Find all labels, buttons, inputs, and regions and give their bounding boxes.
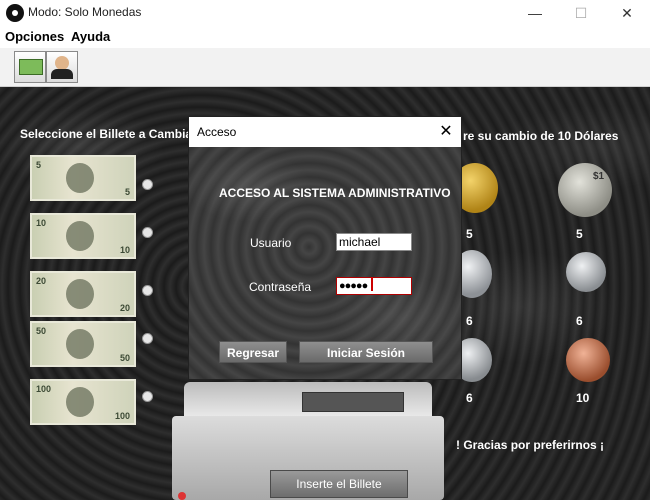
coin-count: 6 <box>576 314 583 328</box>
menu-bar: Opciones Ayuda <box>0 26 650 46</box>
dialog-title: Acceso <box>197 125 237 139</box>
money-button[interactable] <box>14 51 46 83</box>
password-field[interactable]: ●●●●● <box>336 277 412 295</box>
minimize-button[interactable]: — <box>512 0 558 26</box>
bill-radio[interactable] <box>142 285 153 296</box>
bill-option[interactable]: 20 20 <box>30 271 136 317</box>
login-dialog: Acceso ✕ ACCESO AL SISTEMA ADMINISTRATIV… <box>189 117 461 379</box>
coin-count: 10 <box>576 391 590 405</box>
login-button[interactable]: Iniciar Sesión <box>299 341 433 363</box>
bill-option[interactable]: 100 100 <box>30 379 136 425</box>
bill-heading: Seleccione el Billete a Cambia <box>20 127 193 141</box>
coin-dime-icon <box>566 252 606 292</box>
thanks-text: ! Gracias por preferirnos ¡ <box>456 438 605 452</box>
dialog-heading: ACCESO AL SISTEMA ADMINISTRATIVO <box>219 186 451 200</box>
dialog-close-button[interactable]: ✕ <box>431 117 461 147</box>
dialog-titlebar: Acceso ✕ <box>189 117 461 147</box>
money-icon <box>19 59 43 75</box>
admin-button[interactable] <box>46 51 78 83</box>
menu-opciones[interactable]: Opciones <box>5 29 64 44</box>
bill-radio[interactable] <box>142 227 153 238</box>
close-button[interactable]: ✕ <box>604 0 650 26</box>
password-label: Contraseña <box>249 280 312 294</box>
bill-slot <box>302 392 404 412</box>
username-label: Usuario <box>250 236 292 250</box>
text-caret <box>371 277 373 291</box>
window-title: Modo: Solo Monedas <box>28 5 142 19</box>
toolbar <box>0 48 650 87</box>
maximize-button[interactable]: ☐ <box>558 0 604 26</box>
back-button[interactable]: Regresar <box>219 341 287 363</box>
coin-penny-icon <box>566 338 610 382</box>
user-admin-icon <box>55 56 69 70</box>
menu-ayuda[interactable]: Ayuda <box>71 29 110 44</box>
username-field[interactable] <box>336 233 412 251</box>
coin-count: 6 <box>466 391 473 405</box>
coin-count: 5 <box>576 227 583 241</box>
window-titlebar: Modo: Solo Monedas — ☐ ✕ <box>0 0 650 26</box>
status-led-icon <box>178 492 186 500</box>
bill-radio[interactable] <box>142 391 153 402</box>
bill-radio[interactable] <box>142 179 153 190</box>
coin-symbol: $1 <box>593 171 605 182</box>
app-icon <box>6 4 24 22</box>
bill-option[interactable]: 50 50 <box>30 321 136 367</box>
bill-acceptor-machine: Inserte el Billete <box>172 382 444 500</box>
bill-option[interactable]: 5 5 <box>30 155 136 201</box>
insert-bill-button[interactable]: Inserte el Billete <box>270 470 408 498</box>
coin-peso-icon: $1 <box>558 163 612 217</box>
bill-option[interactable]: 10 10 <box>30 213 136 259</box>
bill-radio[interactable] <box>142 333 153 344</box>
coin-count: 6 <box>466 314 473 328</box>
coin-count: 5 <box>466 227 473 241</box>
change-heading: re su cambio de 10 Dólares <box>463 129 619 143</box>
